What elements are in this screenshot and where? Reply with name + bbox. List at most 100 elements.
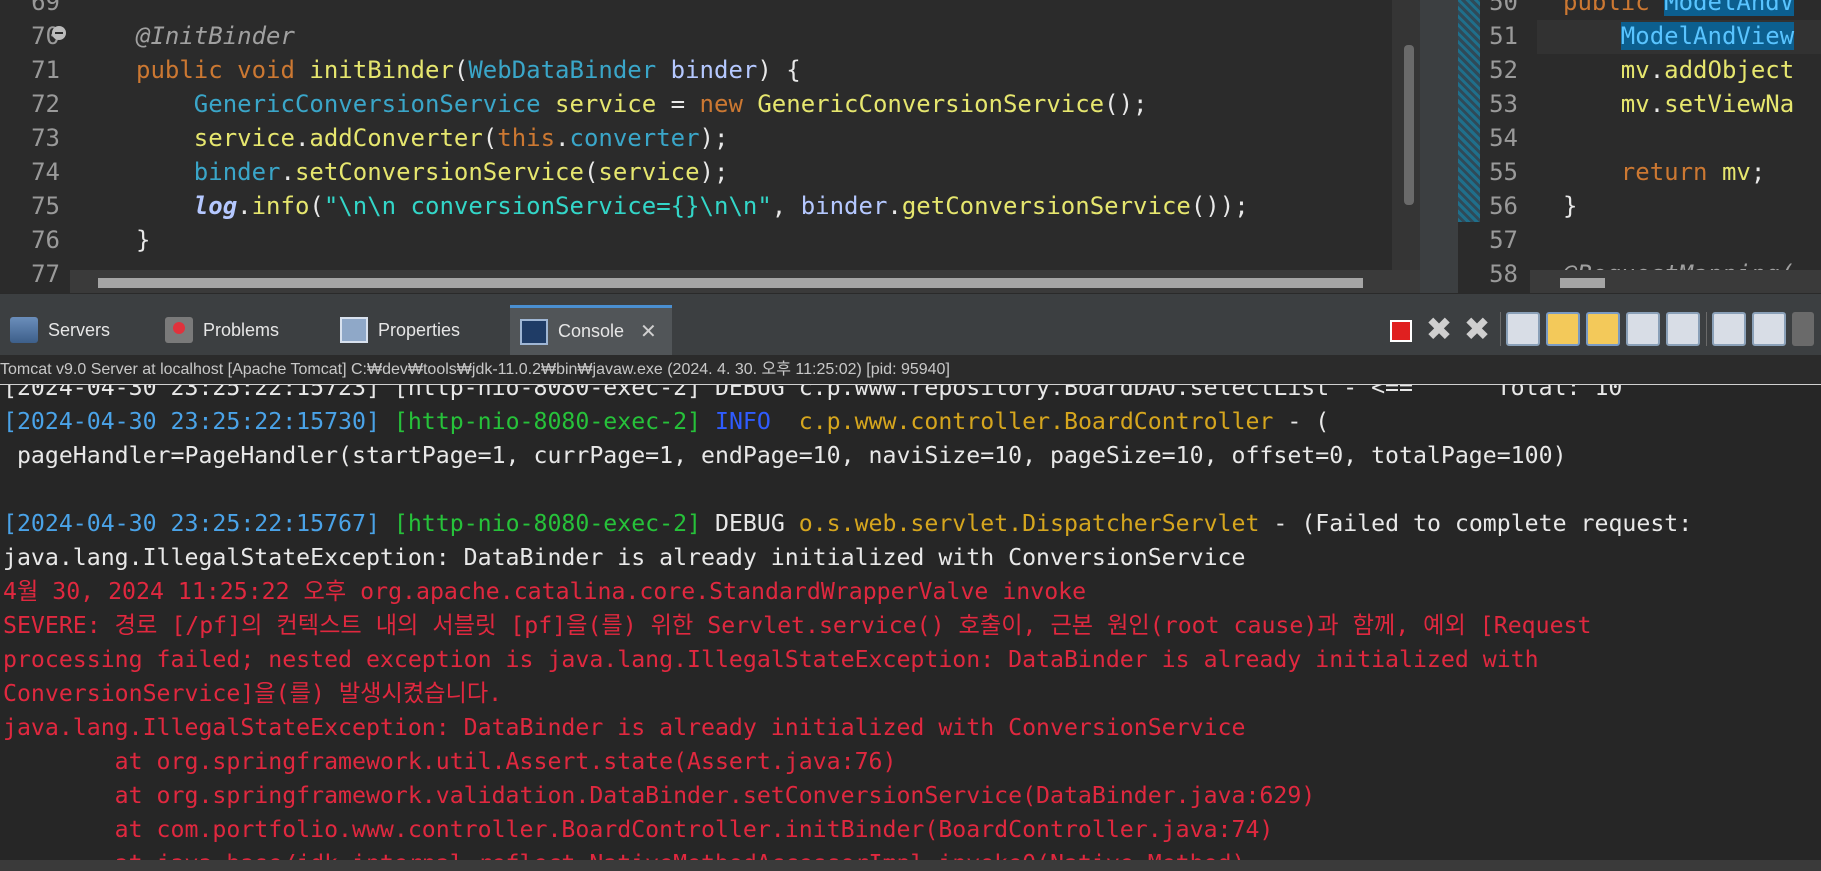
console-line: at org.springframework.validation.DataBi… bbox=[3, 779, 1316, 813]
code-token: . bbox=[887, 192, 902, 220]
code-line[interactable]: 70 @InitBinder bbox=[0, 19, 1420, 53]
code-line[interactable]: 51 ModelAndView bbox=[1458, 19, 1821, 53]
console-line: ConversionService]을(를) 발생시켰습니다. bbox=[3, 677, 502, 711]
code-line[interactable]: 53 mv.setViewNa bbox=[1458, 87, 1821, 121]
code-token: log bbox=[193, 192, 238, 220]
code-token: service bbox=[555, 90, 657, 118]
code-line[interactable]: 52 mv.addObject bbox=[1458, 53, 1821, 87]
code-token: java.lang.IllegalStateException: DataBin… bbox=[3, 544, 1246, 571]
code-token: . bbox=[1649, 56, 1665, 84]
code-text: } bbox=[1563, 189, 1577, 223]
code-editor-left[interactable]: 69 70 @InitBinder 71 public void initBinder(… bbox=[0, 0, 1420, 293]
display-selected-console-button[interactable] bbox=[1752, 312, 1786, 346]
open-console-button[interactable] bbox=[1792, 312, 1814, 346]
code-token: at com.portfolio.www.controller.BoardCon… bbox=[3, 816, 1274, 843]
code-line[interactable]: 75 log.info("\n\n conversionService={}\n… bbox=[0, 189, 1420, 223]
code-token: (); bbox=[1104, 90, 1148, 118]
code-token: binder bbox=[800, 192, 888, 220]
line-number: 74 bbox=[31, 158, 60, 186]
code-token: } bbox=[136, 226, 151, 254]
line-number: 75 bbox=[31, 192, 60, 220]
code-token: 4월 30, 2024 11:25:22 오후 org.apache.catal… bbox=[3, 578, 1087, 605]
code-token: GenericConversionService bbox=[757, 90, 1105, 118]
scroll-lock-button[interactable] bbox=[1546, 312, 1580, 346]
code-line[interactable]: 50 public ModelAndV bbox=[1458, 0, 1821, 19]
code-token: [2024-04-30 23:25:22:15730] bbox=[3, 408, 394, 435]
code-token: - ( bbox=[1273, 408, 1330, 435]
servers-icon bbox=[10, 317, 38, 343]
terminate-button[interactable] bbox=[1382, 312, 1416, 346]
editor-splitter[interactable] bbox=[1420, 0, 1458, 293]
fold-collapse-icon[interactable] bbox=[52, 26, 66, 40]
console-output[interactable]: [2024-04-30 23:25:22:15723] [http-nio-80… bbox=[0, 385, 1821, 871]
code-text: service.addConverter(this.converter); bbox=[136, 121, 729, 155]
code-token: pageHandler=PageHandler(startPage=1, cur… bbox=[3, 442, 1567, 469]
code-token: new bbox=[699, 90, 758, 118]
code-token: at org.springframework.validation.DataBi… bbox=[3, 782, 1316, 809]
code-token: setConversionService bbox=[294, 158, 584, 186]
code-line[interactable]: 55 return mv; bbox=[1458, 155, 1821, 189]
code-token: [http-nio-8080-exec-2] bbox=[393, 510, 715, 537]
editor-right-horizontal-scroll-thumb[interactable] bbox=[1560, 278, 1605, 288]
code-token: "\n\n conversionService={}\n\n" bbox=[323, 192, 772, 220]
code-token: public bbox=[136, 56, 238, 84]
code-token: ConversionService]을(를) 발생시켰습니다. bbox=[3, 680, 503, 707]
console-line: java.lang.IllegalStateException: DataBin… bbox=[3, 711, 1245, 745]
line-number: 76 bbox=[31, 226, 60, 254]
code-line[interactable]: 72 GenericConversionService service = ne… bbox=[0, 87, 1420, 121]
code-token: java.lang.IllegalStateException: DataBin… bbox=[3, 714, 1246, 741]
code-line[interactable]: 57 bbox=[1458, 223, 1821, 257]
code-line[interactable]: 71 public void initBinder(WebDataBinder b… bbox=[0, 53, 1420, 87]
editor-vertical-scroll-thumb[interactable] bbox=[1404, 45, 1414, 205]
code-text: GenericConversionService service = new G… bbox=[136, 87, 1148, 121]
remove-launch-button[interactable]: ✖ bbox=[1422, 312, 1456, 346]
tab-console[interactable]: Console ✕ bbox=[510, 305, 672, 355]
close-icon[interactable]: ✕ bbox=[640, 319, 657, 344]
code-token: ModelAndView bbox=[1620, 22, 1795, 50]
tab-properties[interactable]: Properties bbox=[330, 305, 470, 355]
code-text: return mv; bbox=[1563, 155, 1766, 189]
code-token: info bbox=[251, 192, 310, 220]
console-line: at org.springframework.util.Assert.state… bbox=[3, 745, 897, 779]
code-token: DEBUG bbox=[714, 510, 799, 537]
show-on-stderr-button[interactable] bbox=[1666, 312, 1700, 346]
code-line[interactable]: 56} bbox=[1458, 189, 1821, 223]
code-token: SEVERE: 경로 [/pf]의 컨텍스트 내의 서블릿 [pf]을(를) 위… bbox=[3, 612, 1592, 639]
code-token: mv bbox=[1563, 90, 1650, 118]
code-token: [2024-04-30 23:25:22:15723] [http-nio-80… bbox=[3, 385, 1623, 401]
code-token: initBinder bbox=[309, 56, 454, 84]
code-line[interactable]: 69 bbox=[0, 0, 1420, 19]
toolbar-separator bbox=[1500, 312, 1501, 346]
console-title: Tomcat v9.0 Server at localhost [Apache … bbox=[0, 355, 1821, 385]
code-line[interactable]: 76} bbox=[0, 223, 1420, 257]
console-line: pageHandler=PageHandler(startPage=1, cur… bbox=[3, 439, 1567, 473]
code-token: binder bbox=[136, 158, 281, 186]
code-token: [2024-04-30 23:25:22:15767] bbox=[3, 510, 394, 537]
code-text: public void initBinder(WebDataBinder bin… bbox=[136, 53, 801, 87]
code-token: converter bbox=[569, 124, 700, 152]
code-text: binder.setConversionService(service); bbox=[136, 155, 729, 189]
code-text: mv.setViewNa bbox=[1563, 87, 1794, 121]
code-token: [http-nio-8080-exec-2] bbox=[393, 408, 715, 435]
console-line: [2024-04-30 23:25:22:15767] [http-nio-80… bbox=[3, 507, 1706, 541]
editor-horizontal-scroll-thumb[interactable] bbox=[98, 278, 1363, 288]
console-line: 4월 30, 2024 11:25:22 오후 org.apache.catal… bbox=[3, 575, 1086, 609]
code-token: public bbox=[1563, 0, 1665, 16]
code-line[interactable]: 54 bbox=[1458, 121, 1821, 155]
code-line[interactable]: 73 service.addConverter(this.converter); bbox=[0, 121, 1420, 155]
pin-console-button[interactable] bbox=[1712, 312, 1746, 346]
code-token: ; bbox=[1750, 158, 1766, 186]
code-token: ( bbox=[482, 124, 498, 152]
tab-problems[interactable]: Problems bbox=[155, 305, 289, 355]
console-horizontal-scrollbar[interactable] bbox=[0, 860, 1821, 871]
tab-servers[interactable]: Servers bbox=[0, 305, 120, 355]
word-wrap-button[interactable] bbox=[1586, 312, 1620, 346]
clear-console-button[interactable] bbox=[1506, 312, 1540, 346]
remove-all-terminated-button[interactable]: ✖ bbox=[1460, 312, 1494, 346]
code-token: service bbox=[598, 158, 700, 186]
code-text: ModelAndView bbox=[1563, 19, 1795, 53]
show-on-stdout-button[interactable] bbox=[1626, 312, 1660, 346]
code-line[interactable]: 74 binder.setConversionService(service); bbox=[0, 155, 1420, 189]
code-editor-right[interactable]: 50 public ModelAndV 51 ModelAndView 52 mv.a… bbox=[1458, 0, 1821, 293]
